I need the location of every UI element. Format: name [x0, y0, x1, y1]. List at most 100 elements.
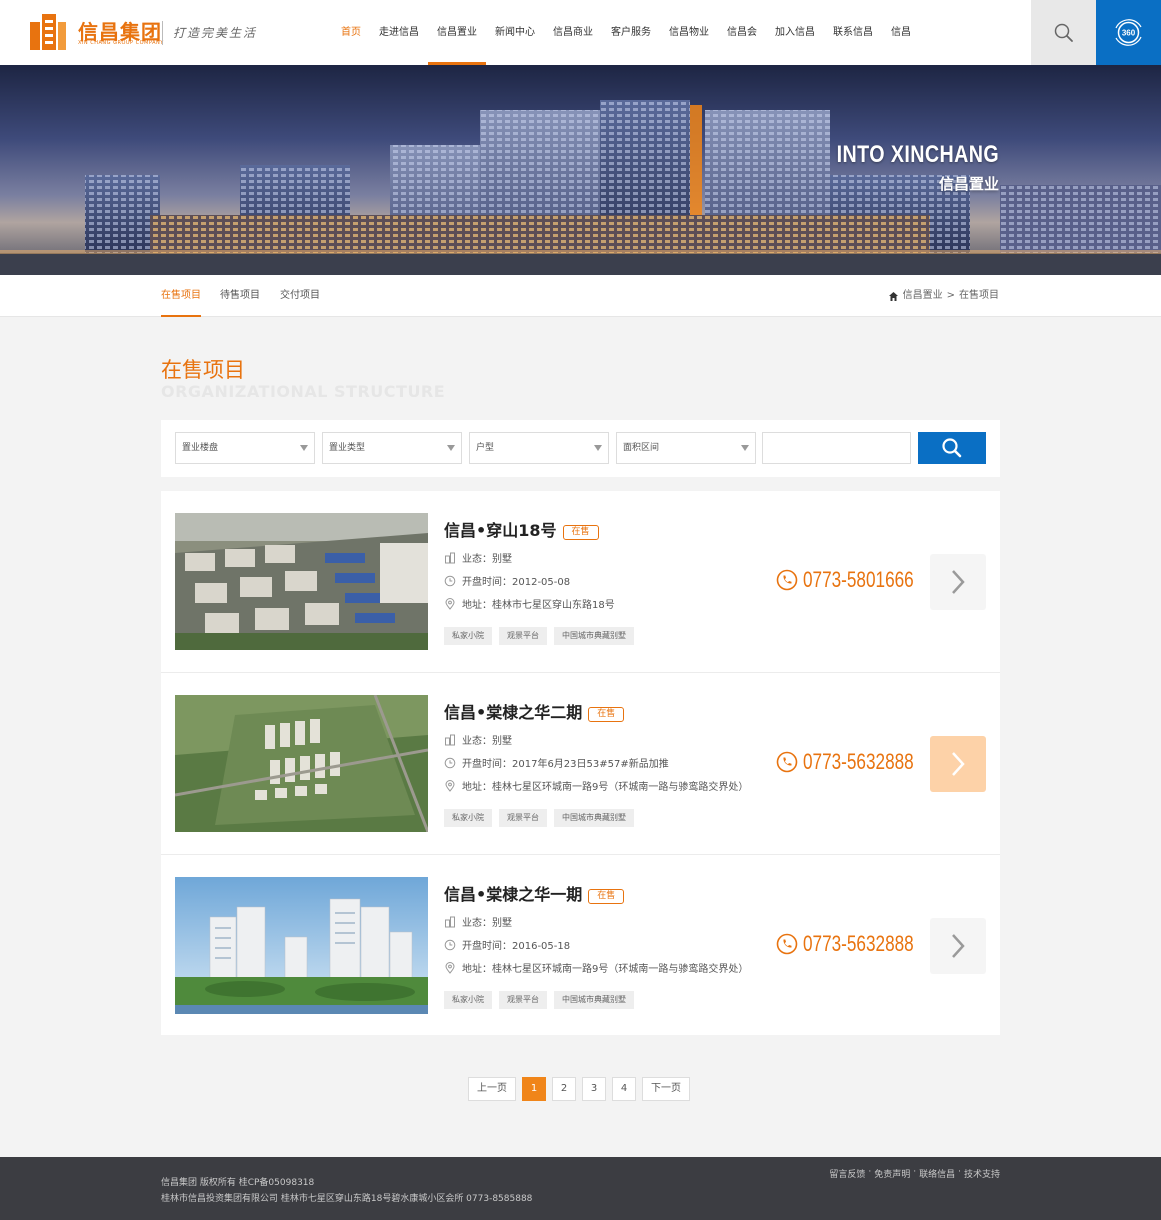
chevron-right-icon: [952, 752, 965, 776]
nav-item-news[interactable]: 新闻中心: [486, 0, 544, 65]
pagination: 上一页 1 2 3 4 下一页: [468, 1077, 690, 1101]
project-detail-button[interactable]: [930, 736, 986, 792]
filter-search-button[interactable]: [918, 432, 986, 464]
site-header: 信昌集团 XIN CHANG GROUP COMPANY 打造完美生活 首页 走…: [0, 0, 1161, 65]
page-button[interactable]: 3: [582, 1077, 606, 1101]
home-icon: [888, 291, 898, 301]
brand-name-en: XIN CHANG GROUP COMPANY: [78, 40, 164, 46]
footer-link-separator: ·: [868, 1167, 872, 1177]
project-name[interactable]: 信昌•棠棣之华一期 在售: [444, 881, 625, 905]
project-address-row: 地址：桂林七星区环城南一路9号（环城南一路与骖鸾路交界处）: [444, 778, 748, 793]
tab-upcoming[interactable]: 待售项目: [220, 275, 260, 317]
nav-item-join[interactable]: 加入信昌: [766, 0, 824, 65]
nav-item-about[interactable]: 走进信昌: [370, 0, 428, 65]
xinchang-logo-icon[interactable]: [28, 12, 68, 52]
footer-link-separator: ·: [913, 1167, 917, 1177]
footer-link-support[interactable]: 技术支持: [964, 1167, 1000, 1180]
location-pin-icon: [445, 597, 455, 610]
site-footer: 信昌集团 版权所有 桂CP备05098318 桂林市信昌投资集团有限公司 桂林市…: [0, 1157, 1161, 1220]
nav-item-commerce[interactable]: 信昌商业: [544, 0, 602, 65]
project-name-text: 信昌•棠棣之华二期: [444, 703, 583, 722]
main-nav: 首页 走进信昌 信昌置业 新闻中心 信昌商业 客户服务 信昌物业 信昌会 加入信…: [332, 0, 920, 65]
chevron-down-icon: [741, 445, 749, 451]
select-area-range[interactable]: 面积区间: [616, 432, 756, 464]
tag: 私家小院: [444, 809, 492, 827]
nav-item-club[interactable]: 信昌会: [718, 0, 766, 65]
select-property-type[interactable]: 置业类型: [322, 432, 462, 464]
phone-icon: [776, 569, 798, 591]
nav-item-contact[interactable]: 联系信昌: [824, 0, 882, 65]
project-date-row: 开盘时间：2012-05-08: [444, 573, 570, 588]
project-type-row: 业态：别墅: [444, 914, 512, 929]
project-list: 信昌•穿山18号 在售 业态：别墅 开盘时间：2012-05-08 地址：桂林市七…: [161, 491, 1000, 1035]
breadcrumb-current: 在售项目: [959, 290, 999, 301]
tag: 观景平台: [499, 809, 547, 827]
project-detail-button[interactable]: [930, 554, 986, 610]
keyword-input[interactable]: [762, 432, 911, 464]
project-open-date: 开盘时间：2012-05-08: [462, 577, 571, 588]
page-button-current[interactable]: 1: [522, 1077, 546, 1101]
next-page-button[interactable]: 下一页: [642, 1077, 690, 1101]
project-address: 地址：桂林七星区环城南一路9号（环城南一路与骖鸾路交界处）: [462, 964, 749, 975]
project-date-row: 开盘时间：2017年6月23日53#57#新品加推: [444, 755, 669, 770]
panorama-360-button[interactable]: 360: [1096, 0, 1161, 65]
search-icon: [1054, 23, 1073, 42]
project-name[interactable]: 信昌•穿山18号 在售: [444, 517, 599, 541]
footer-copyright: 信昌集团 版权所有 桂CP备05098318: [161, 1178, 315, 1188]
chevron-down-icon: [594, 445, 602, 451]
prev-page-button[interactable]: 上一页: [468, 1077, 516, 1101]
phone-number: 0773-5801666: [803, 567, 914, 592]
phone-number: 0773-5632888: [803, 931, 914, 956]
project-photo[interactable]: [175, 695, 428, 832]
project-detail-button[interactable]: [930, 918, 986, 974]
tab-on-sale[interactable]: 在售项目: [161, 275, 201, 317]
building-icon: [445, 916, 455, 927]
project-phone: 0773-5632888: [776, 931, 945, 957]
page-button[interactable]: 2: [552, 1077, 576, 1101]
location-pin-icon: [445, 961, 455, 974]
section-subtitle: ORGANIZATIONAL STRUCTURE: [161, 382, 446, 401]
select-project[interactable]: 置业楼盘: [175, 432, 315, 464]
breadcrumb: 信昌置业 > 在售项目: [888, 275, 999, 317]
chevron-down-icon: [447, 445, 455, 451]
list-item: 信昌•棠棣之华一期 在售 业态：别墅 开盘时间：2016-05-18 地址：桂林七…: [161, 855, 1000, 1037]
panorama-360-icon: 360: [1115, 19, 1142, 46]
project-photo[interactable]: [175, 513, 428, 650]
project-open-date: 开盘时间：2017年6月23日53#57#新品加推: [462, 759, 669, 770]
phone-number: 0773-5632888: [803, 749, 914, 774]
footer-link-disclaimer[interactable]: 免责声明: [874, 1167, 910, 1180]
footer-link-feedback[interactable]: 留言反馈: [829, 1167, 865, 1180]
header-search-button[interactable]: [1031, 0, 1096, 65]
nav-item-xinchang[interactable]: 信昌: [882, 0, 920, 65]
footer-link-separator: ·: [958, 1167, 961, 1177]
list-item: 信昌•穿山18号 在售 业态：别墅 开盘时间：2012-05-08 地址：桂林市七…: [161, 491, 1000, 673]
tag: 私家小院: [444, 627, 492, 645]
nav-item-service[interactable]: 客户服务: [602, 0, 660, 65]
tab-delivered[interactable]: 交付项目: [280, 275, 320, 317]
brand-slogan: 打造完美生活: [162, 21, 257, 45]
project-type: 业态：别墅: [462, 554, 512, 565]
nav-item-property[interactable]: 信昌置业: [428, 0, 486, 65]
page-button[interactable]: 4: [612, 1077, 636, 1101]
search-icon: [942, 438, 962, 458]
project-photo[interactable]: [175, 877, 428, 1014]
tag: 私家小院: [444, 991, 492, 1009]
breadcrumb-home-link[interactable]: 信昌置业: [903, 275, 943, 317]
banner-subtitle: 信昌置业: [938, 175, 999, 193]
footer-link-contact[interactable]: 联络信昌: [919, 1167, 955, 1180]
project-tags: 私家小院 观景平台 中国城市典藏别墅: [444, 991, 634, 1009]
select-layout[interactable]: 户型: [469, 432, 609, 464]
location-pin-icon: [445, 779, 455, 792]
project-address: 地址：桂林市七星区穿山东路18号: [462, 600, 615, 611]
status-badge: 在售: [562, 525, 599, 540]
project-name[interactable]: 信昌•棠棣之华二期 在售: [444, 699, 625, 723]
project-type-row: 业态：别墅: [444, 732, 512, 747]
nav-item-home[interactable]: 首页: [332, 0, 370, 65]
project-type: 业态：别墅: [462, 736, 512, 747]
project-tags: 私家小院 观景平台 中国城市典藏别墅: [444, 809, 634, 827]
chevron-right-icon: [952, 934, 965, 958]
select-area-range-label: 面积区间: [623, 443, 660, 453]
project-phone: 0773-5801666: [776, 567, 945, 593]
nav-item-estate[interactable]: 信昌物业: [660, 0, 718, 65]
building-icon: [445, 552, 455, 563]
